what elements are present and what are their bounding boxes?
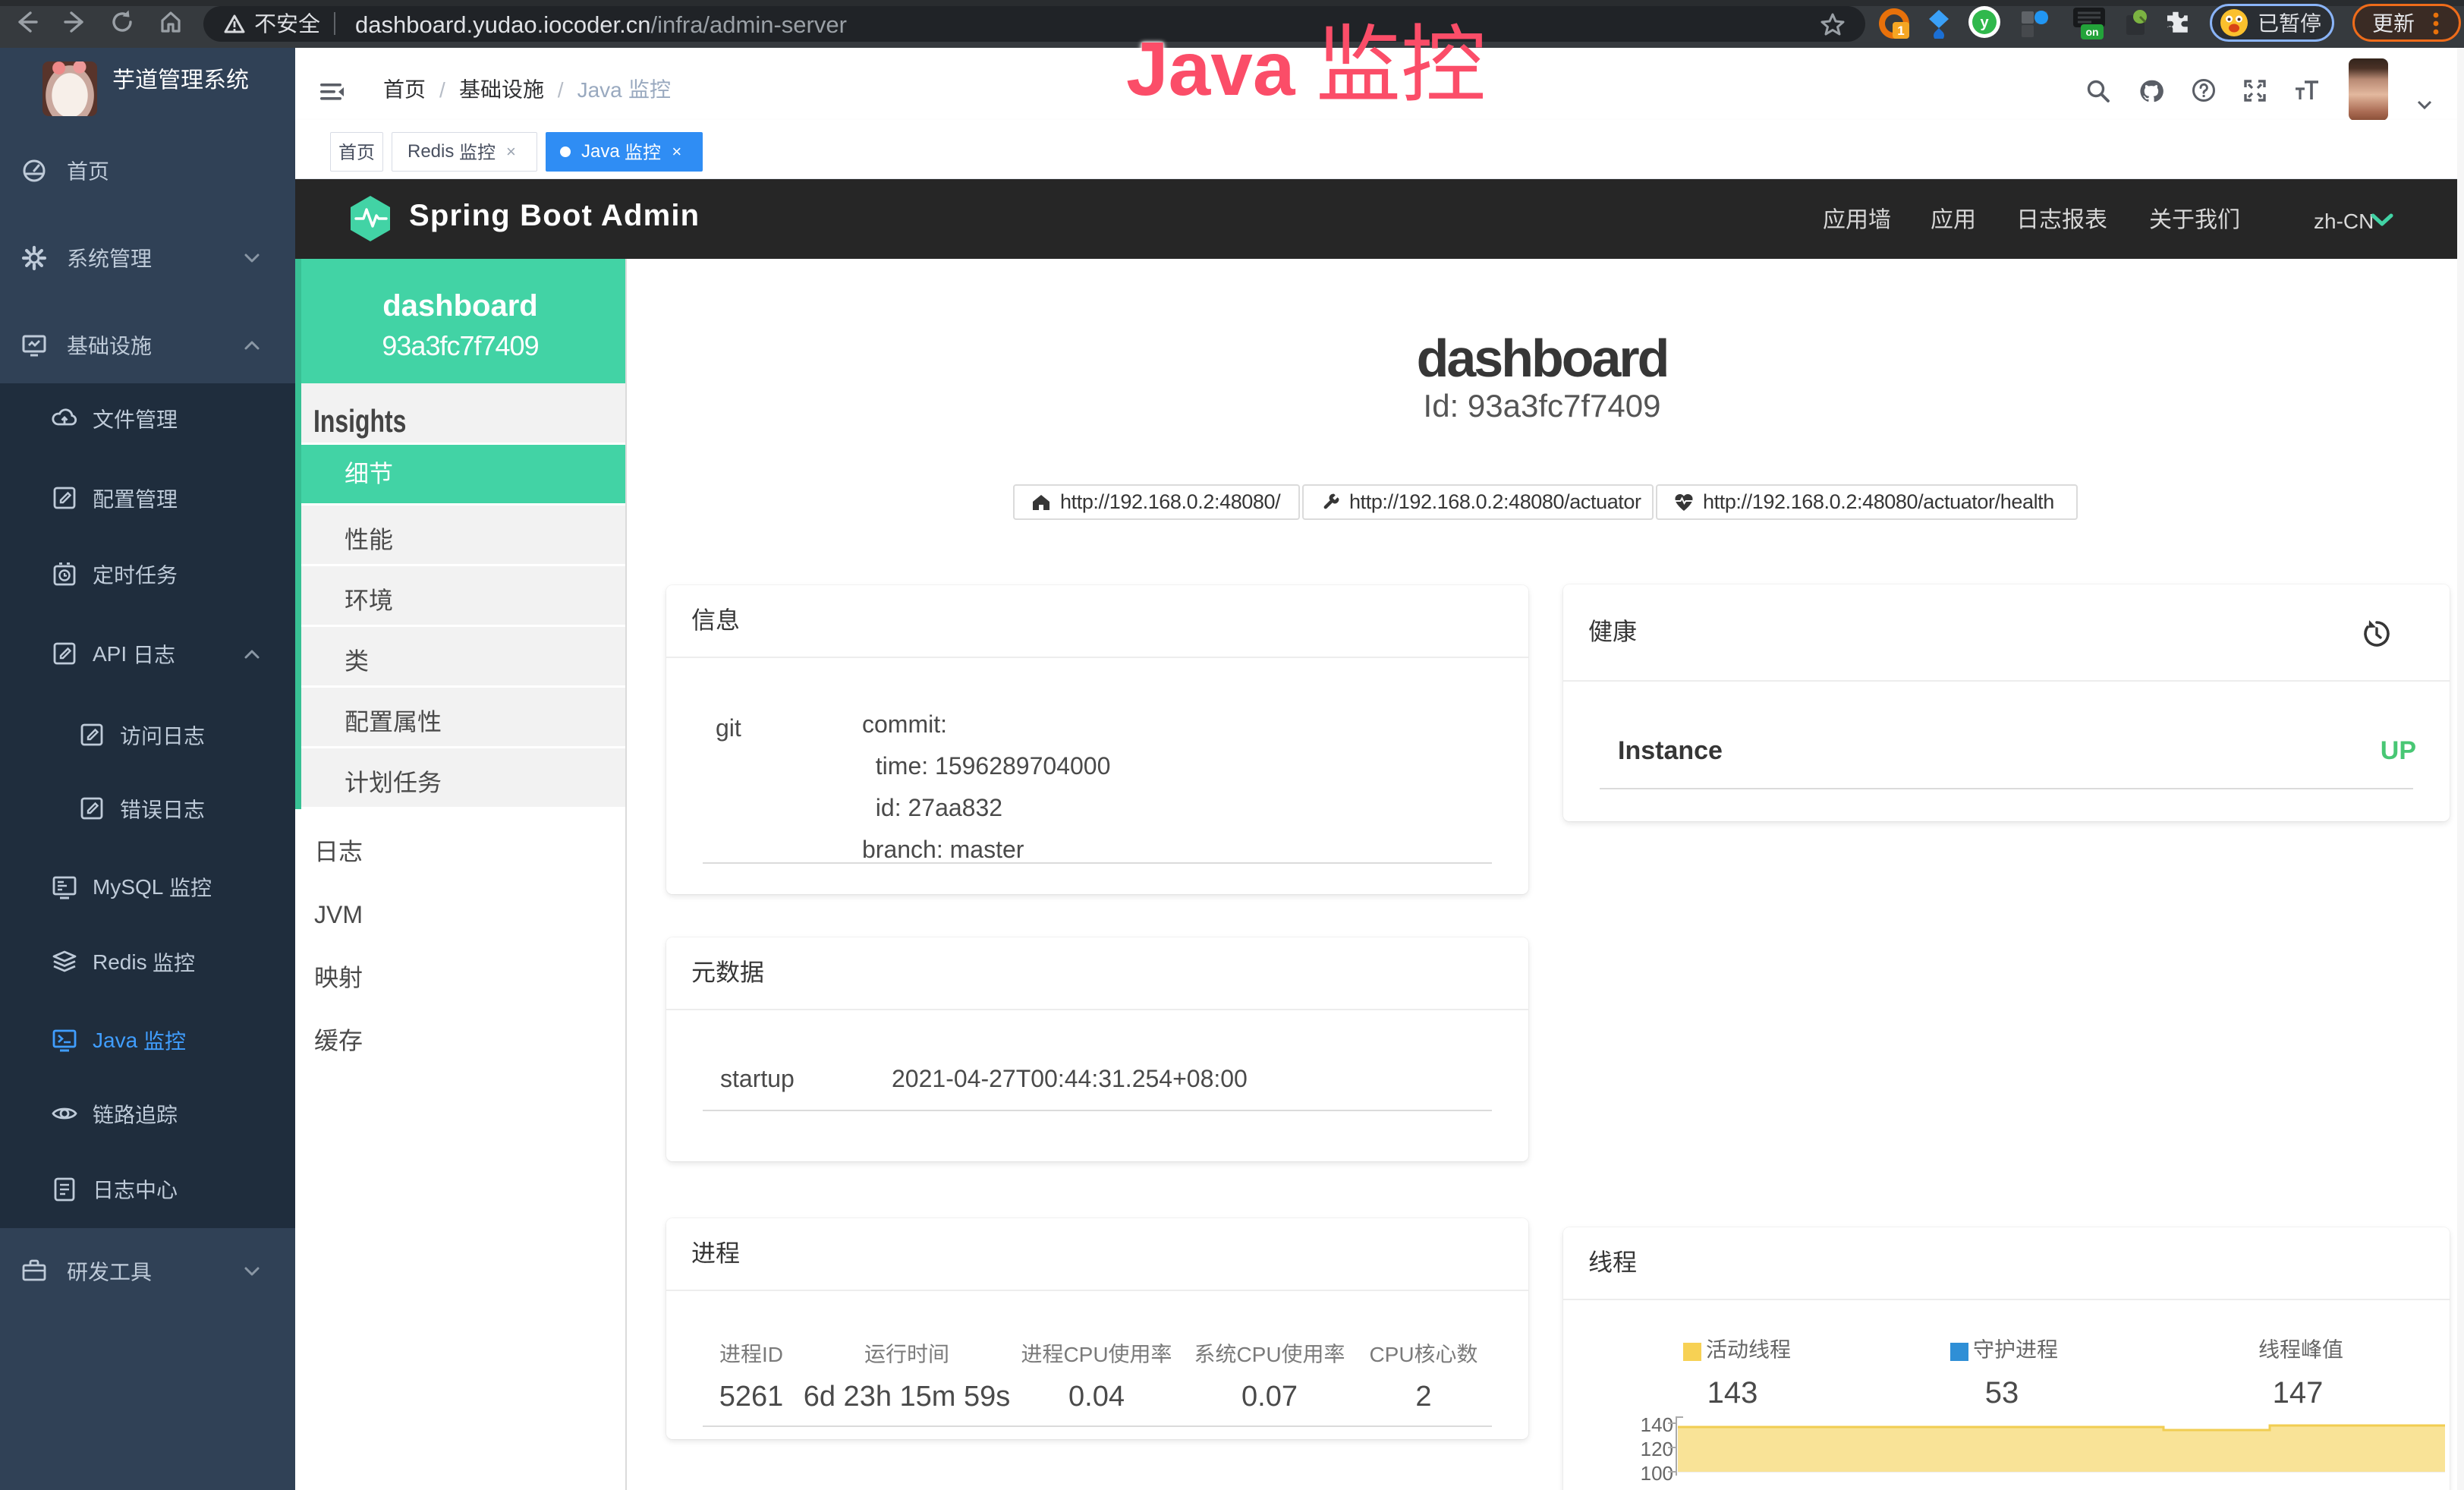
svg-text:1: 1 — [1897, 24, 1904, 38]
svg-text:on: on — [2085, 26, 2098, 38]
svg-text:y: y — [1980, 14, 1989, 31]
